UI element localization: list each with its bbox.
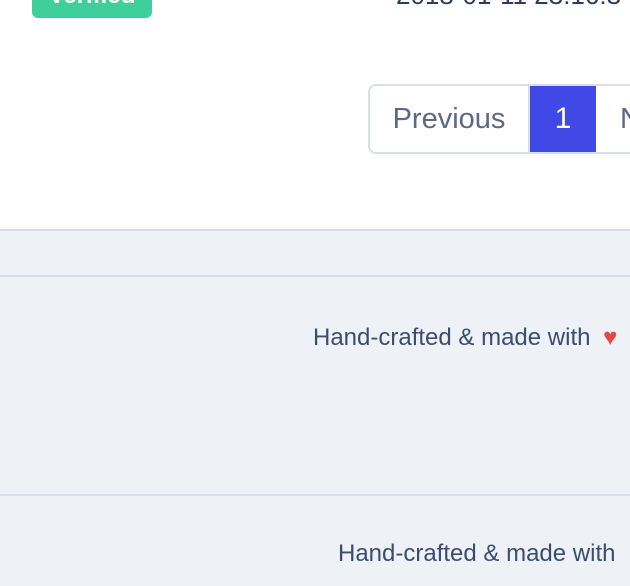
timestamp: 2018-01-11 23:16:3 [396, 0, 630, 10]
pagination-next-button[interactable]: N [596, 86, 630, 152]
pagination-page-1[interactable]: 1 [530, 86, 596, 152]
footer-credit-text: Hand-crafted & made with [313, 324, 591, 351]
heart-icon: ♥ [603, 324, 618, 351]
footer-credit: Hand-crafted & made with ♥ [313, 326, 617, 350]
footer-divider-band [0, 229, 630, 277]
pagination: Previous 1 N [368, 84, 630, 154]
status-badge: Verified [32, 0, 152, 18]
pagination-page-label: 1 [554, 102, 572, 135]
status-badge-label: Verified [49, 0, 136, 8]
pagination-previous-label: Previous [392, 102, 506, 135]
pagination-next-label: N [620, 103, 630, 136]
pagination-previous-button[interactable]: Previous [370, 86, 530, 152]
footer [0, 277, 630, 494]
secondary-footer-credit-text: Hand-crafted & made with [338, 540, 616, 567]
secondary-footer-credit: Hand-crafted & made with [338, 542, 615, 566]
content-area: Verified 2018-01-11 23:16:3 Previous 1 N [0, 0, 630, 229]
page: Verified 2018-01-11 23:16:3 Previous 1 N… [0, 0, 630, 586]
